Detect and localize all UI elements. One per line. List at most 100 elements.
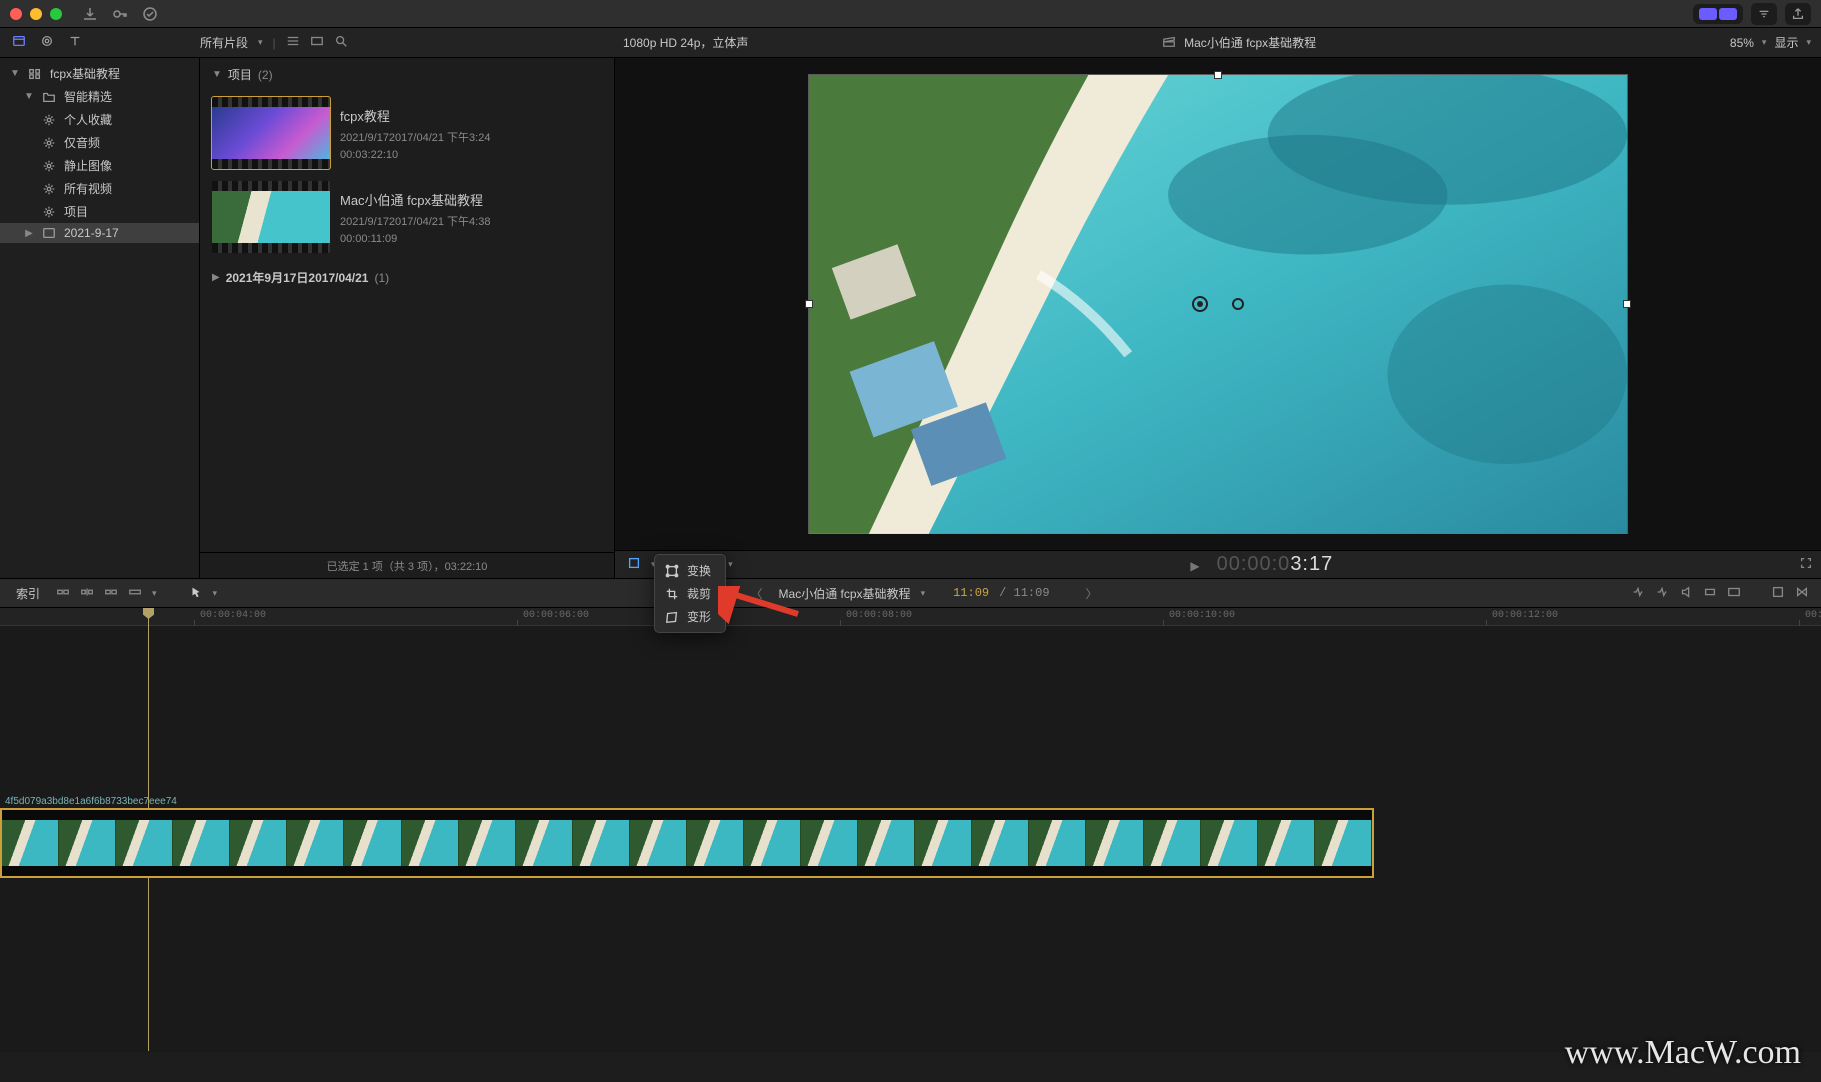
- zoom-dropdown[interactable]: 85%: [1730, 36, 1754, 50]
- skimming-icon[interactable]: [1631, 585, 1645, 602]
- clip-title: Mac小伯通 fcpx基础教程: [340, 190, 602, 209]
- sidebar-item-favorites[interactable]: 个人收藏: [0, 108, 199, 131]
- library-sidebar: ▼ fcpx基础教程 ▼ 智能精选 个人收藏 仅音频: [0, 58, 200, 578]
- connect-clip-icon[interactable]: [56, 585, 70, 602]
- ruler-label: 00:: [1805, 610, 1821, 621]
- transform-tool-icon[interactable]: [627, 556, 641, 573]
- browser-header-count: (2): [258, 68, 273, 82]
- solo-icon[interactable]: [1679, 585, 1693, 602]
- clip-filter-dropdown[interactable]: 所有片段: [200, 34, 248, 51]
- append-clip-icon[interactable]: [104, 585, 118, 602]
- fullscreen-icon[interactable]: [1799, 559, 1813, 573]
- layout-timeline-icon[interactable]: [1719, 8, 1737, 20]
- gear-icon: [42, 159, 56, 173]
- popup-item-crop[interactable]: 裁剪: [655, 582, 725, 605]
- close-window-button[interactable]: [10, 8, 22, 20]
- browser-project-header[interactable]: ▼ 项目 (2): [200, 58, 614, 91]
- gear-icon: [42, 182, 56, 196]
- clip-thumbnail[interactable]: [212, 97, 330, 169]
- library-icon: [28, 67, 42, 81]
- sidebar-item-audio[interactable]: 仅音频: [0, 131, 199, 154]
- chevron-down-icon[interactable]: ▾: [921, 588, 926, 599]
- timeline[interactable]: 00:00:04:0000:00:06:0000:00:08:0000:00:1…: [0, 608, 1821, 1052]
- resize-handle-top[interactable]: [1214, 71, 1222, 79]
- watermark: www.MacW.com: [1565, 1034, 1801, 1072]
- clip-appearance-icon[interactable]: [1727, 585, 1741, 602]
- sidebar-item-label: 个人收藏: [64, 111, 112, 128]
- sidebar-library-root[interactable]: ▼ fcpx基础教程: [0, 62, 199, 85]
- timeline-index-button[interactable]: 索引: [0, 585, 56, 602]
- popup-label: 变换: [687, 562, 711, 579]
- zoom-window-button[interactable]: [50, 8, 62, 20]
- effects-browser-icon[interactable]: [1771, 585, 1785, 602]
- library-tab-icon[interactable]: [12, 34, 26, 51]
- timeline-header: 索引 ▾ ▾ 〈 Mac小伯通 fcpx基础教程 ▾ 11:09 / 11:09…: [0, 578, 1821, 608]
- sidebar-item-label: 所有视频: [64, 180, 112, 197]
- viewer-frame[interactable]: [808, 74, 1628, 534]
- popup-item-distort[interactable]: 变形: [655, 605, 725, 628]
- popup-label: 变形: [687, 608, 711, 625]
- share-icon[interactable]: [1785, 3, 1811, 25]
- ruler-label: 00:00:08:00: [846, 610, 912, 621]
- titles-tab-icon[interactable]: [68, 34, 82, 51]
- gear-icon: [42, 205, 56, 219]
- list-view-icon[interactable]: [286, 34, 300, 51]
- distort-icon: [665, 610, 679, 624]
- minimize-window-button[interactable]: [30, 8, 42, 20]
- resize-handle-right[interactable]: [1623, 300, 1631, 308]
- view-dropdown[interactable]: 显示: [1774, 34, 1798, 51]
- play-icon[interactable]: ▶: [1190, 559, 1200, 573]
- search-icon[interactable]: [334, 34, 348, 51]
- transitions-browser-icon[interactable]: [1795, 585, 1809, 602]
- workspace-layout-toggle[interactable]: [1693, 4, 1743, 24]
- timeline-project-name[interactable]: Mac小伯通 fcpx基础教程: [779, 585, 911, 602]
- traffic-lights[interactable]: [10, 8, 62, 20]
- clapper-icon: [1162, 34, 1176, 51]
- browser-header-label: 项目: [228, 66, 252, 83]
- keyword-icon[interactable]: [112, 6, 128, 22]
- browser-clip[interactable]: Mac小伯通 fcpx基础教程 2021/9/172017/04/21 下午4:…: [200, 175, 614, 259]
- transform-center-handle[interactable]: [1191, 295, 1245, 313]
- chevron-down-icon[interactable]: ▾: [152, 588, 157, 599]
- import-icon[interactable]: [82, 6, 98, 22]
- transform-icon: [665, 564, 679, 578]
- sidebar-item-video[interactable]: 所有视频: [0, 177, 199, 200]
- snapping-icon[interactable]: [1703, 585, 1717, 602]
- timeline-ruler[interactable]: 00:00:04:0000:00:06:0000:00:08:0000:00:1…: [0, 608, 1821, 626]
- background-tasks-icon[interactable]: [142, 6, 158, 22]
- insert-clip-icon[interactable]: [80, 585, 94, 602]
- resize-handle-left[interactable]: [805, 300, 813, 308]
- overwrite-clip-icon[interactable]: [128, 585, 142, 602]
- layout-browser-icon[interactable]: [1699, 8, 1717, 20]
- date-group-label: 2021年9月17日2017/04/21: [226, 269, 369, 286]
- inspector-toggle-icon[interactable]: [1751, 3, 1777, 25]
- timeline-history-forward[interactable]: 〉: [1080, 585, 1104, 602]
- sidebar-item-stills[interactable]: 静止图像: [0, 154, 199, 177]
- photos-tab-icon[interactable]: [40, 34, 54, 51]
- anchor-icon[interactable]: [1191, 295, 1209, 313]
- browser-date-group[interactable]: ▶ 2021年9月17日2017/04/21 (1): [200, 259, 614, 296]
- chevron-down-icon: ▾: [1806, 37, 1811, 48]
- sidebar-smart-collections[interactable]: ▼ 智能精选: [0, 85, 199, 108]
- audio-skim-icon[interactable]: [1655, 585, 1669, 602]
- timeline-timecode-current: 11:09: [953, 586, 989, 600]
- browser-clip[interactable]: fcpx教程 2021/9/172017/04/21 下午3:24 00:03:…: [200, 91, 614, 175]
- clip-thumbnail[interactable]: [212, 181, 330, 253]
- rotation-handle-icon[interactable]: [1231, 297, 1245, 311]
- filmstrip-view-icon[interactable]: [310, 34, 324, 51]
- clip-date: 2021/9/172017/04/21 下午3:24: [340, 129, 602, 145]
- viewer-canvas[interactable]: [615, 58, 1821, 550]
- sidebar-event[interactable]: ▶ 2021-9-17: [0, 223, 199, 243]
- sidebar-item-label: 静止图像: [64, 157, 112, 174]
- gear-icon: [42, 113, 56, 127]
- folder-icon: [42, 90, 56, 104]
- clip-title: fcpx教程: [340, 106, 602, 125]
- transform-popup-menu[interactable]: 变换 裁剪 变形: [654, 554, 726, 633]
- timeline-history-back[interactable]: 〈: [745, 585, 769, 602]
- timeline-clip[interactable]: 4f5d079a3bd8e1a6f6b8733bec7eee74: [0, 808, 1374, 878]
- date-group-count: (1): [374, 271, 389, 285]
- select-tool-icon[interactable]: [189, 585, 203, 602]
- viewer-title: Mac小伯通 fcpx基础教程: [1184, 34, 1316, 51]
- sidebar-item-projects[interactable]: 项目: [0, 200, 199, 223]
- popup-item-transform[interactable]: 变换: [655, 559, 725, 582]
